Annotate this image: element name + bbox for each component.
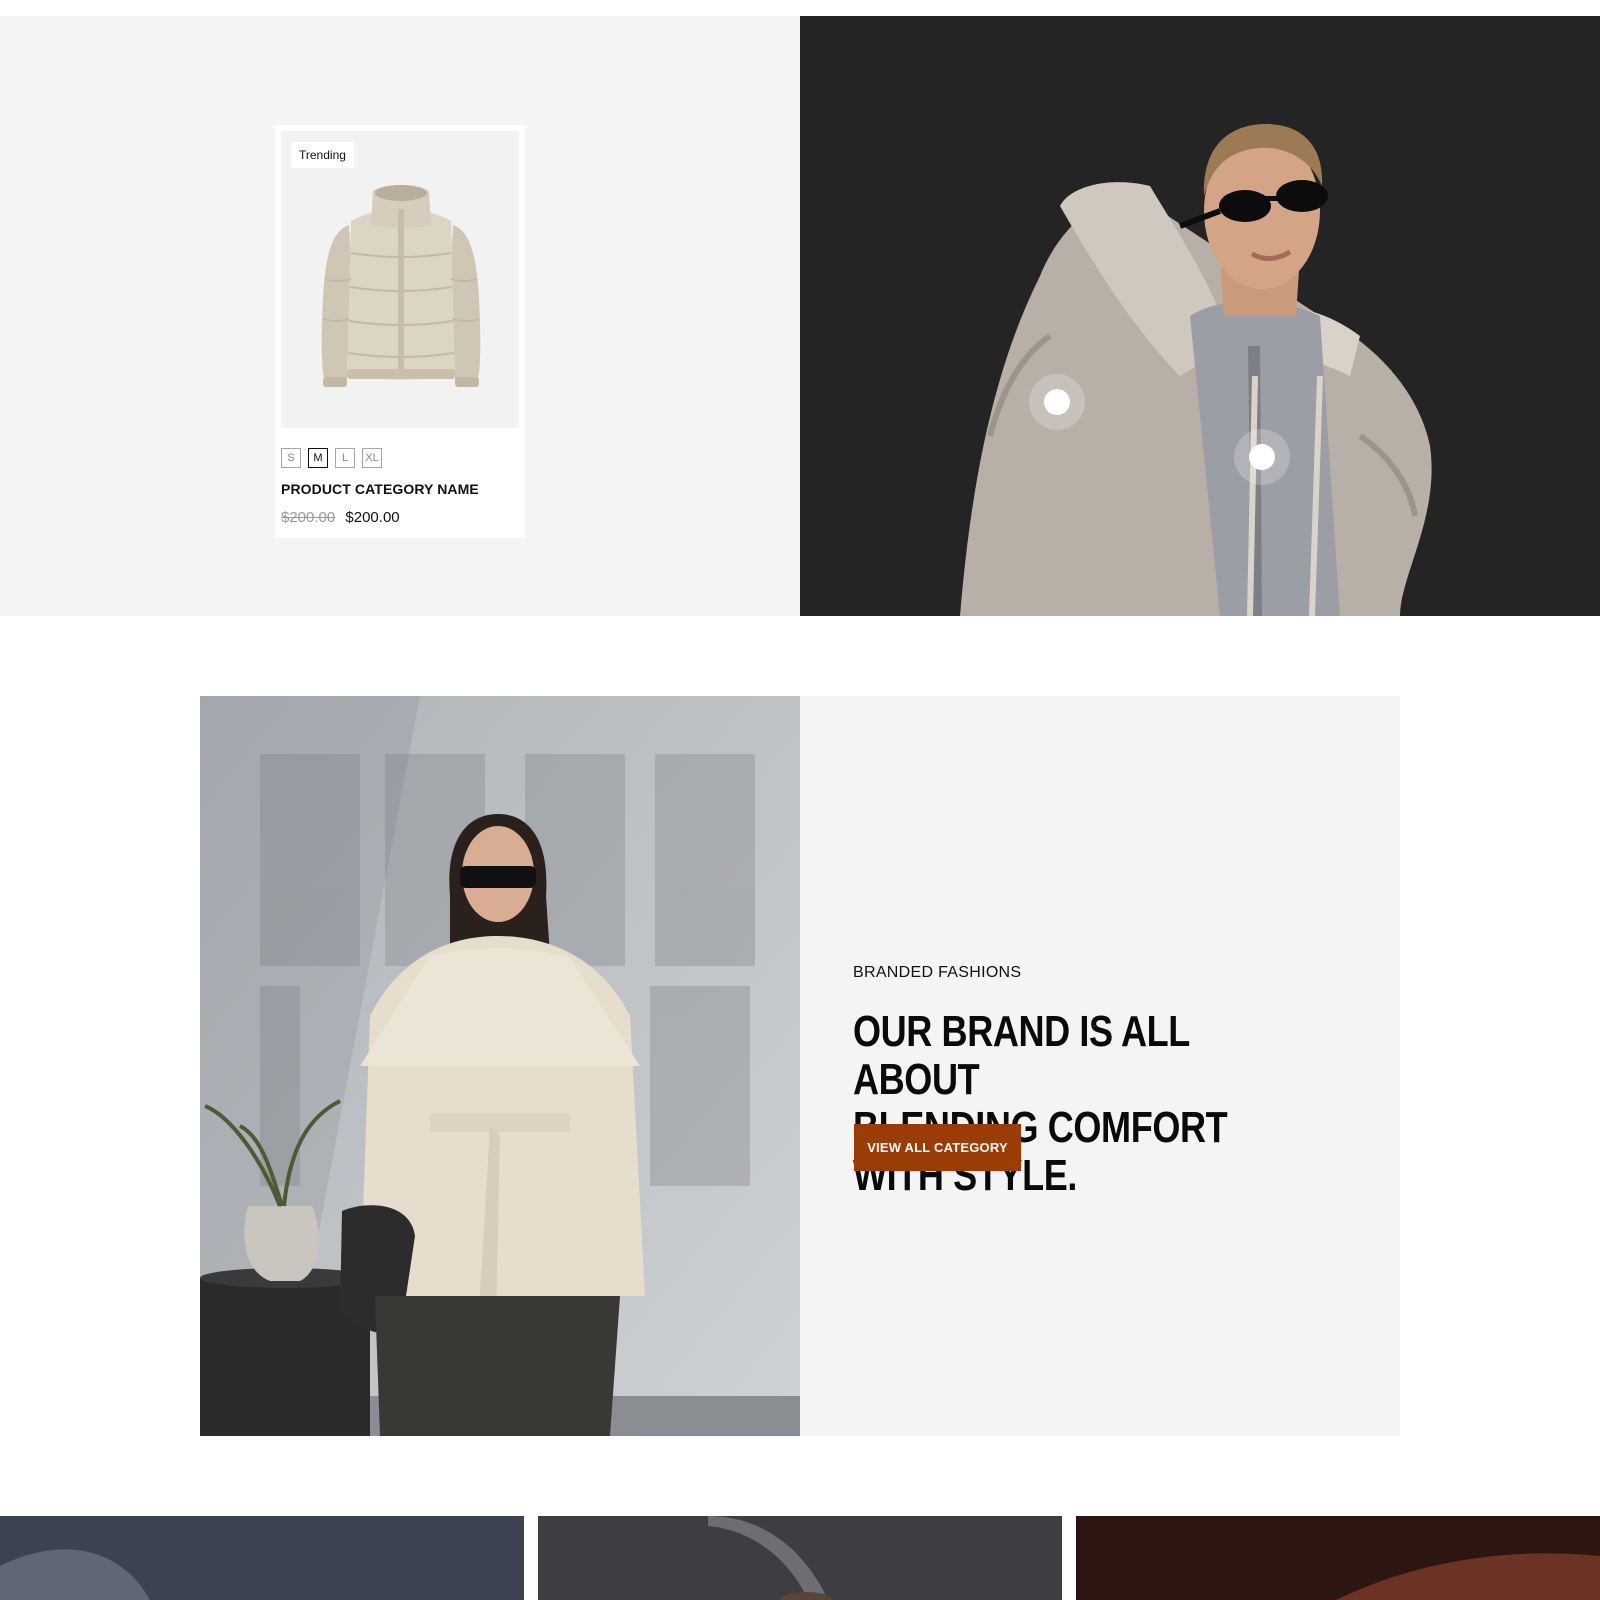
category-tile-3[interactable] <box>1076 1516 1600 1600</box>
product-showcase-panel: Trending S M L XL PRODUCT CATEGORY NAME … <box>0 16 800 616</box>
brand-model-image <box>200 696 800 1436</box>
old-price: $200.00 <box>281 509 336 526</box>
size-option-s[interactable]: S <box>281 448 301 468</box>
section-headline: OUR BRAND IS ALL ABOUT BLENDING COMFORT … <box>853 1008 1279 1200</box>
headline-line-1: OUR BRAND IS ALL ABOUT <box>853 1007 1190 1104</box>
puffer-jacket-icon <box>321 185 481 387</box>
product-card[interactable]: Trending S M L XL PRODUCT CATEGORY NAME … <box>275 125 525 538</box>
hero-model-image <box>800 16 1600 616</box>
view-all-category-button[interactable]: VIEW ALL CATEGORY <box>854 1124 1021 1171</box>
brand-text-panel: BRANDED FASHIONS OUR BRAND IS ALL ABOUT … <box>800 696 1400 1436</box>
size-selector: S M L XL <box>281 448 519 468</box>
model-puffer-jacket-photo-icon <box>960 124 1432 616</box>
hotspot-button-2[interactable] <box>1234 429 1290 485</box>
model-cream-coat-photo-icon <box>200 696 800 1436</box>
size-option-xl[interactable]: XL <box>362 448 382 468</box>
category-tile-1[interactable] <box>0 1516 524 1600</box>
trending-badge: Trending <box>291 142 354 168</box>
category-image-1-icon <box>0 1549 150 1600</box>
size-option-m[interactable]: M <box>308 448 328 468</box>
category-image-3-icon <box>1336 1553 1600 1600</box>
category-image-2-icon <box>708 1516 832 1600</box>
hotspot-button-1[interactable] <box>1029 374 1085 430</box>
category-tile-2[interactable] <box>538 1516 1062 1600</box>
size-option-l[interactable]: L <box>335 448 355 468</box>
current-price: $200.00 <box>345 509 400 526</box>
product-name[interactable]: PRODUCT CATEGORY NAME <box>281 481 519 497</box>
product-prices: $200.00 $200.00 <box>281 509 519 526</box>
section-eyebrow: BRANDED FASHIONS <box>853 964 1022 981</box>
product-image[interactable]: Trending <box>281 131 519 428</box>
